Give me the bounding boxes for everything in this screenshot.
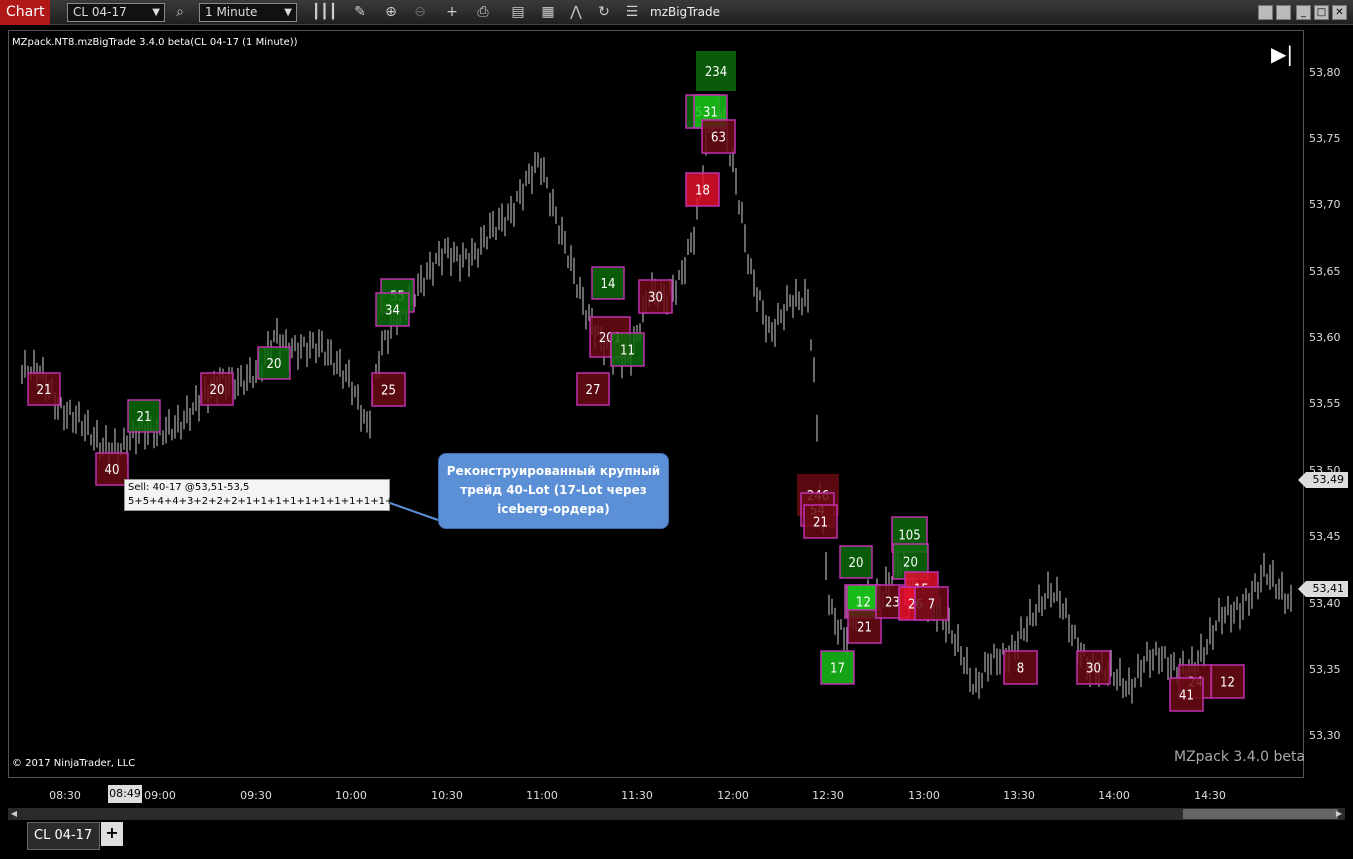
price-tag-current: 53,49 <box>1298 472 1348 488</box>
sell-trade-marker[interactable]: 25 <box>371 372 406 407</box>
trade-size-label: 12 <box>856 596 871 611</box>
buy-trade-marker[interactable]: 17 <box>820 650 855 685</box>
sell-trade-marker[interactable]: 21 <box>27 372 61 406</box>
buy-trade-marker[interactable]: 20 <box>257 346 291 380</box>
sell-trade-marker[interactable]: 41 <box>1169 677 1204 712</box>
price-tick-label: 53,65 <box>1309 265 1341 278</box>
trade-size-label: 31 <box>703 106 718 121</box>
buy-trade-marker[interactable]: 21 <box>127 399 161 433</box>
scroll-left-icon[interactable]: ◀ <box>8 808 20 820</box>
trade-size-label: 20 <box>849 556 864 571</box>
price-tick-label: 53,30 <box>1309 729 1341 742</box>
time-tick-label: 11:30 <box>621 789 653 802</box>
time-tick-label: 12:30 <box>812 789 844 802</box>
time-tick-label: 10:30 <box>431 789 463 802</box>
time-tick-label: 14:00 <box>1098 789 1130 802</box>
horizontal-scrollbar[interactable]: ◀ ▶ <box>8 808 1345 820</box>
sell-trade-marker[interactable]: 20 <box>200 372 234 406</box>
goto-end-icon[interactable]: ▶| <box>1271 43 1293 65</box>
trade-size-label: 27 <box>586 383 601 398</box>
trade-size-label: 18 <box>695 184 710 199</box>
instrument-tab[interactable]: CL 04-17 <box>27 822 100 850</box>
watermark: MZpack 3.4.0 beta <box>1174 749 1306 765</box>
trade-size-label: 7 <box>928 598 935 613</box>
trade-size-label: 23 <box>885 596 900 611</box>
trade-size-label: 21 <box>137 410 152 425</box>
buy-trade-marker[interactable]: 14 <box>591 266 625 300</box>
trade-size-label: 105 <box>898 529 920 544</box>
time-tick-label: 10:00 <box>335 789 367 802</box>
time-tick-label: 09:00 <box>144 789 176 802</box>
sell-trade-marker[interactable]: 30 <box>638 279 673 314</box>
trade-size-label: 40 <box>105 463 120 478</box>
time-tick-label: 08:30 <box>49 789 81 802</box>
trade-size-label: 17 <box>830 662 845 677</box>
sell-trade-marker[interactable]: 27 <box>576 372 610 406</box>
scroll-thumb[interactable] <box>1183 809 1338 819</box>
trade-size-label: 234 <box>705 65 727 80</box>
time-tick-label: 12:00 <box>717 789 749 802</box>
trade-size-label: 21 <box>813 516 828 531</box>
trade-tooltip: Sell: 40-17 @53,51-53,5 5+5+4+4+3+2+2+2+… <box>124 479 424 511</box>
buy-trade-marker[interactable]: 34 <box>375 292 410 327</box>
time-tick-label: 09:30 <box>240 789 272 802</box>
time-tick-label: 13:30 <box>1003 789 1035 802</box>
copyright-text: © 2017 NinjaTrader, LLC <box>12 758 136 769</box>
trade-size-label: 20 <box>903 556 918 571</box>
trade-size-label: 41 <box>1179 689 1194 704</box>
trade-size-label: 11 <box>620 344 635 359</box>
sell-trade-marker[interactable]: 63 <box>701 119 736 154</box>
price-tick-label: 53,45 <box>1309 530 1341 543</box>
time-tick-label: 11:00 <box>526 789 558 802</box>
trade-size-label: 30 <box>1086 662 1101 677</box>
annotation-callout: Реконструированный крупный трейд 40-Lot … <box>438 453 669 529</box>
price-tag-last: 53,41 <box>1298 581 1348 597</box>
price-tick-label: 53,75 <box>1309 132 1341 145</box>
buy-trade-marker[interactable]: 20 <box>839 545 873 579</box>
scroll-right-icon[interactable]: ▶ <box>1333 808 1345 820</box>
big-trade-markers: 2140212020553425142011127302345331631824… <box>27 51 1245 712</box>
buy-trade-marker[interactable]: 234 <box>696 51 736 91</box>
sell-trade-marker[interactable]: 12 <box>1210 664 1245 699</box>
buy-trade-marker[interactable]: 11 <box>610 332 645 367</box>
sell-trade-marker[interactable]: 7 <box>914 586 949 621</box>
trade-size-label: 21 <box>857 621 872 636</box>
price-tick-label: 53,70 <box>1309 198 1341 211</box>
trade-size-label: 63 <box>711 131 726 146</box>
tooltip-line-2: 5+5+4+4+3+2+2+2+1+1+1+1+1+1+1+1+1+1+1+1.… <box>128 496 424 507</box>
add-tab-button[interactable]: + <box>101 822 123 846</box>
chart-window: Chart CL 04-17 ▼ ⌕ 1 Minute ▼ ┃┃┃ ✎ ⊕ ⊖ … <box>0 0 1353 859</box>
trade-size-label: 14 <box>601 277 616 292</box>
sell-trade-marker[interactable]: 30 <box>1076 650 1111 685</box>
trade-size-label: 30 <box>648 291 663 306</box>
trade-size-label: 34 <box>385 304 400 319</box>
trade-size-label: 21 <box>37 383 52 398</box>
chart-label: MZpack.NT8.mzBigTrade 3.4.0 beta(CL 04-1… <box>12 37 298 48</box>
time-cursor-label: 08:49 <box>108 785 142 803</box>
trade-size-label: 25 <box>381 384 396 399</box>
price-tick-label: 53,80 <box>1309 66 1341 79</box>
price-tick-label: 53,40 <box>1309 597 1341 610</box>
price-tick-label: 53,35 <box>1309 663 1341 676</box>
tooltip-line-1: Sell: 40-17 @53,51-53,5 <box>128 482 250 493</box>
time-tick-label: 14:30 <box>1194 789 1226 802</box>
trade-size-label: 8 <box>1017 662 1024 677</box>
sell-trade-marker[interactable]: 18 <box>685 172 720 207</box>
trade-size-label: 20 <box>267 357 282 372</box>
price-tick-label: 53,60 <box>1309 331 1341 344</box>
sell-trade-marker[interactable]: 8 <box>1003 650 1038 685</box>
price-tick-label: 53,55 <box>1309 397 1341 410</box>
time-tick-label: 13:00 <box>908 789 940 802</box>
price-chart: 2140212020553425142011127302345331631824… <box>21 51 1292 712</box>
trade-size-label: 12 <box>1220 676 1235 691</box>
sell-trade-marker[interactable]: 21 <box>803 504 838 539</box>
trade-size-label: 20 <box>210 383 225 398</box>
